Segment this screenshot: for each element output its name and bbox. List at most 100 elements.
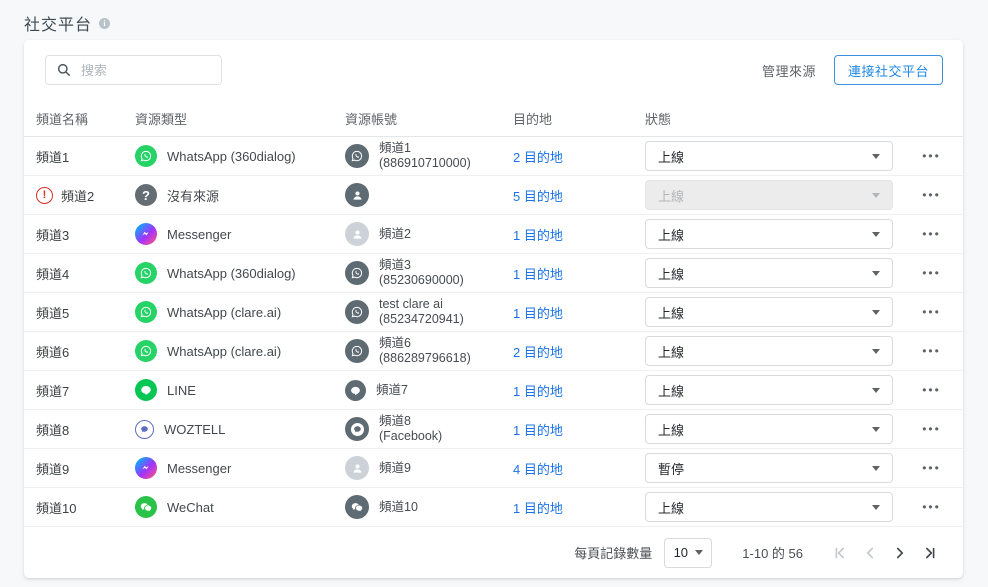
actions-cell: ••• (900, 497, 963, 517)
first-page-icon[interactable] (825, 538, 855, 568)
actions-cell: ••• (900, 185, 963, 205)
resource-account-cell: 頻道3(85230690000) (345, 258, 513, 288)
search-box[interactable] (45, 55, 222, 85)
whatsapp-icon (135, 340, 157, 362)
status-value: 上線 (658, 147, 684, 166)
resource-account-line2: (886289796618) (379, 351, 471, 366)
page-title: 社交平台 (24, 11, 92, 35)
more-actions-button[interactable]: ••• (920, 263, 943, 283)
warning-icon: ! (36, 187, 53, 204)
page-size-value: 10 (674, 545, 688, 560)
woztell-gray-icon (345, 417, 369, 441)
destination-link[interactable]: 1 目的地 (513, 498, 563, 517)
resource-type-cell: WhatsApp (clare.ai) (135, 340, 345, 362)
resource-account-line1: 頻道2 (379, 227, 411, 242)
channel-name: 頻道7 (36, 381, 69, 400)
destination-cell: 1 目的地 (513, 264, 645, 283)
more-actions-button[interactable]: ••• (920, 419, 943, 439)
status-value: 上線 (658, 420, 684, 439)
page-size-select[interactable]: 10 (664, 538, 712, 568)
channel-name-cell: 頻道9 (36, 459, 135, 478)
more-actions-button[interactable]: ••• (920, 341, 943, 361)
resource-account-cell: 頻道8(Facebook) (345, 414, 513, 444)
status-value: 上線 (658, 264, 684, 283)
destination-link[interactable]: 1 目的地 (513, 225, 563, 244)
status-cell: 上線 (645, 180, 900, 210)
status-dropdown[interactable]: 上線 (645, 336, 893, 366)
more-actions-button[interactable]: ••• (920, 185, 943, 205)
line-icon (135, 379, 157, 401)
status-cell: 上線 (645, 219, 900, 249)
next-page-icon[interactable] (885, 538, 915, 568)
chevron-down-icon (695, 550, 703, 555)
manage-sources-button[interactable]: 管理來源 (762, 61, 816, 80)
last-page-icon[interactable] (915, 538, 945, 568)
pagination-range: 1-10 的 56 (742, 543, 803, 562)
destination-cell: 5 目的地 (513, 186, 645, 205)
table-row: 頻道1 WhatsApp (360dialog) 頻道1(88691071000… (24, 137, 963, 176)
more-actions-button[interactable]: ••• (920, 380, 943, 400)
header-resource-account: 資源帳號 (345, 109, 513, 128)
destination-link[interactable]: 1 目的地 (513, 381, 563, 400)
status-value: 暫停 (658, 459, 684, 478)
resource-type-cell: ?沒有來源 (135, 184, 345, 206)
resource-type-label: WhatsApp (360dialog) (167, 266, 296, 281)
resource-account-cell: test clare ai(85234720941) (345, 297, 513, 327)
resource-account-line1: 頻道10 (379, 500, 418, 515)
destination-link[interactable]: 5 目的地 (513, 186, 563, 205)
resource-account-line2: (85234720941) (379, 312, 464, 327)
destination-link[interactable]: 2 目的地 (513, 342, 563, 361)
resource-account-line2: (85230690000) (379, 273, 464, 288)
status-dropdown[interactable]: 暫停 (645, 453, 893, 483)
status-value: 上線 (658, 342, 684, 361)
status-dropdown[interactable]: 上線 (645, 414, 893, 444)
actions-cell: ••• (900, 380, 963, 400)
channel-name: 頻道1 (36, 147, 69, 166)
search-icon (56, 62, 72, 78)
more-actions-button[interactable]: ••• (920, 458, 943, 478)
status-dropdown[interactable]: 上線 (645, 492, 893, 522)
channel-name: 頻道10 (36, 498, 76, 517)
status-dropdown[interactable]: 上線 (645, 375, 893, 405)
more-actions-button[interactable]: ••• (920, 497, 943, 517)
more-actions-button[interactable]: ••• (920, 146, 943, 166)
status-dropdown[interactable]: 上線 (645, 141, 893, 171)
resource-type-label: WOZTELL (164, 422, 225, 437)
table-row: 頻道3 Messenger 頻道2 1 目的地 上線 ••• (24, 215, 963, 254)
search-input[interactable] (81, 63, 213, 78)
channel-name-cell: 頻道5 (36, 303, 135, 322)
status-value: 上線 (658, 498, 684, 517)
chevron-down-icon (872, 505, 880, 510)
status-value: 上線 (658, 225, 684, 244)
whatsapp-icon (135, 262, 157, 284)
destination-link[interactable]: 1 目的地 (513, 420, 563, 439)
status-cell: 上線 (645, 141, 900, 171)
wechat-icon (135, 496, 157, 518)
destination-link[interactable]: 4 目的地 (513, 459, 563, 478)
destination-link[interactable]: 1 目的地 (513, 264, 563, 283)
status-dropdown[interactable]: 上線 (645, 219, 893, 249)
chevron-down-icon (872, 271, 880, 276)
actions-cell: ••• (900, 341, 963, 361)
more-actions-button[interactable]: ••• (920, 224, 943, 244)
resource-account-cell: 頻道2 (345, 222, 513, 246)
toolbar: 管理來源 連接社交平台 (24, 40, 963, 100)
status-dropdown[interactable]: 上線 (645, 297, 893, 327)
table-header-row: 頻道名稱 資源類型 資源帳號 目的地 狀態 (24, 100, 963, 137)
resource-account-cell (345, 183, 513, 207)
wechat-gray-icon (345, 495, 369, 519)
pagination (825, 538, 945, 568)
resource-type-label: WhatsApp (clare.ai) (167, 305, 281, 320)
whatsapp-gray-icon (345, 261, 369, 285)
resource-type-label: WhatsApp (clare.ai) (167, 344, 281, 359)
actions-cell: ••• (900, 302, 963, 322)
status-value: 上線 (658, 381, 684, 400)
destination-link[interactable]: 2 目的地 (513, 147, 563, 166)
destination-link[interactable]: 1 目的地 (513, 303, 563, 322)
more-actions-button[interactable]: ••• (920, 302, 943, 322)
previous-page-icon[interactable] (855, 538, 885, 568)
connect-social-platform-button[interactable]: 連接社交平台 (834, 55, 943, 85)
status-dropdown[interactable]: 上線 (645, 258, 893, 288)
resource-account-line1: 頻道9 (379, 461, 411, 476)
actions-cell: ••• (900, 263, 963, 283)
